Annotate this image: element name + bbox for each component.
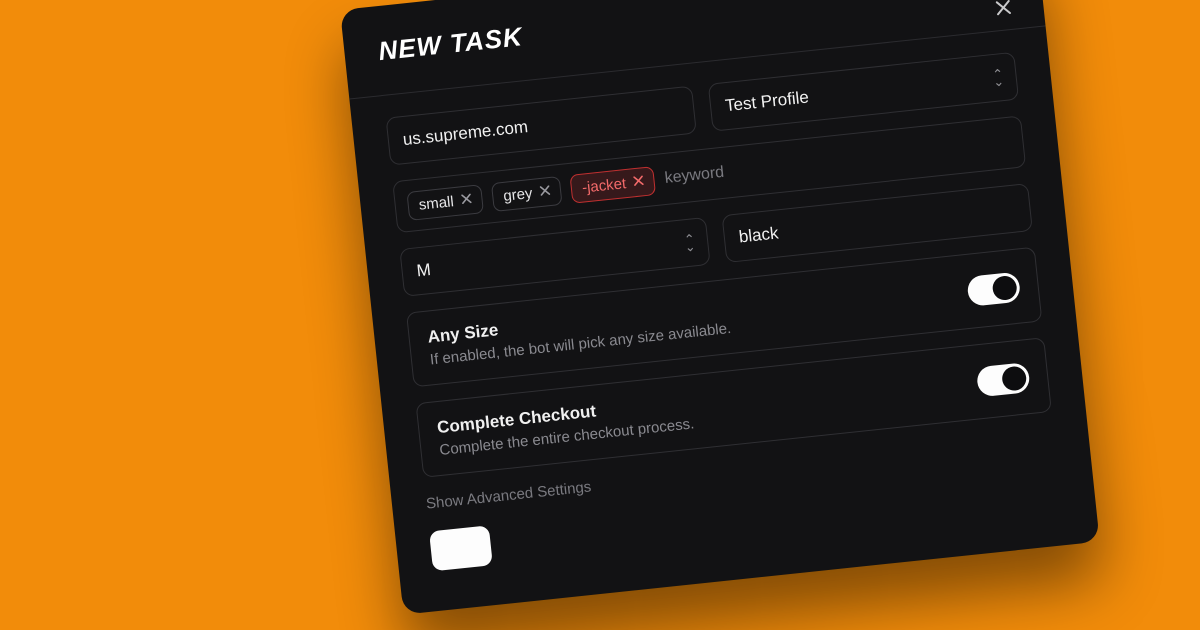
toggle-knob [1001,365,1027,391]
chevron-updown-icon: ⌃⌃ [684,235,696,250]
keyword-placeholder: keyword [664,164,725,188]
site-input-value: us.supreme.com [402,117,529,150]
remove-tag-icon[interactable] [461,192,472,207]
keyword-tag-label: small [418,193,455,214]
keyword-tag: small [406,184,484,221]
modal-header: NEW TASK [377,0,1009,67]
keyword-tag-label: grey [502,184,533,204]
any-size-toggle[interactable] [966,271,1021,306]
keyword-tag-negative: -jacket [570,166,657,204]
close-icon[interactable] [990,0,1017,27]
keyword-tag: grey [491,175,563,211]
keyword-tag-label: -jacket [581,175,627,197]
chevron-updown-icon: ⌃⌃ [992,70,1004,85]
profile-select-value: Test Profile [724,88,810,117]
size-select-value: M [416,260,432,281]
footer-button[interactable] [429,525,493,571]
complete-checkout-toggle[interactable] [976,362,1031,397]
remove-tag-icon[interactable] [633,174,644,189]
new-task-modal: NEW TASK us.supreme.com Test Profile ⌃⌃ … [340,0,1100,615]
advanced-settings-link[interactable]: Show Advanced Settings [425,478,592,512]
modal-title: NEW TASK [377,21,524,67]
toggle-knob [991,274,1017,300]
color-input-value: black [738,223,780,247]
remove-tag-icon[interactable] [540,184,551,199]
